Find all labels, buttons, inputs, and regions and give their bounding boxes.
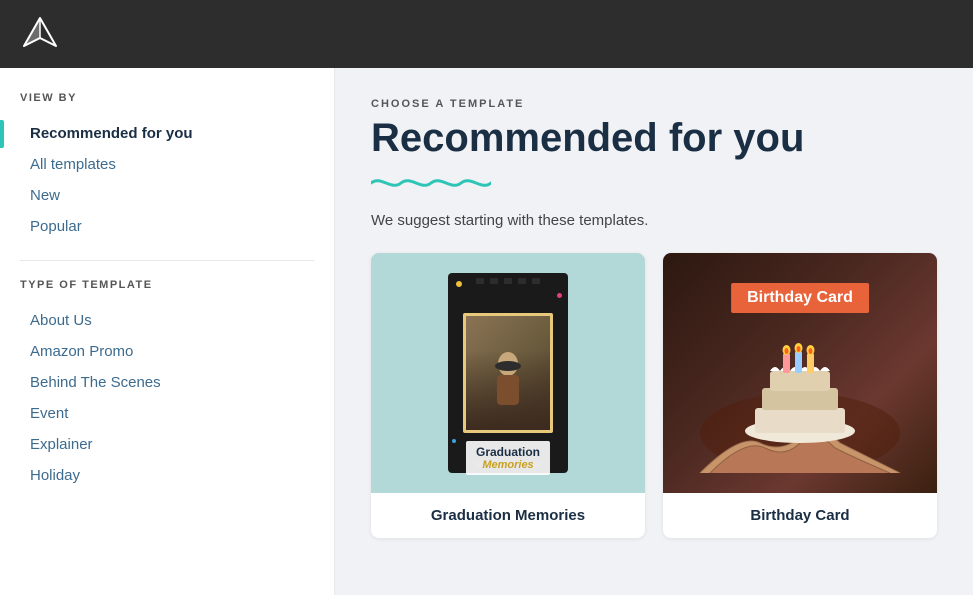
app-header: [0, 0, 973, 68]
choose-template-label: CHOOSE A TEMPLATE: [371, 98, 937, 110]
birthday-overlay-text: Birthday Card: [731, 283, 869, 313]
sidebar-item-new[interactable]: New: [20, 180, 314, 211]
sidebar-item-recommended[interactable]: Recommended for you: [20, 118, 314, 149]
page-title: Recommended for you: [371, 116, 937, 160]
template-card-graduation[interactable]: Graduation Memories Graduation Memories: [371, 253, 645, 538]
type-of-template-label: TYPE OF TEMPLATE: [20, 279, 314, 291]
template-cards-row: Graduation Memories Graduation Memories …: [371, 253, 937, 538]
sidebar-item-holiday[interactable]: Holiday: [20, 460, 314, 491]
graduation-card-image: Graduation Memories: [371, 253, 645, 493]
app-logo[interactable]: [20, 14, 60, 54]
type-section: TYPE OF TEMPLATE About Us Amazon Promo B…: [20, 279, 314, 491]
wave-decoration: [371, 172, 937, 194]
sidebar-item-behind-scenes[interactable]: Behind The Scenes: [20, 367, 314, 398]
birthday-card-label: Birthday Card: [663, 493, 937, 538]
sidebar: VIEW BY Recommended for you All template…: [0, 68, 335, 595]
view-by-label: VIEW BY: [20, 92, 314, 104]
template-card-birthday[interactable]: Birthday Card: [663, 253, 937, 538]
sidebar-item-explainer[interactable]: Explainer: [20, 429, 314, 460]
grad-text-1: Graduation: [476, 445, 540, 459]
grad-text-2: Memories: [476, 459, 540, 471]
subtitle: We suggest starting with these templates…: [371, 212, 937, 229]
sidebar-item-popular[interactable]: Popular: [20, 211, 314, 242]
main-content: CHOOSE A TEMPLATE Recommended for you We…: [335, 68, 973, 595]
birthday-card-image: Birthday Card: [663, 253, 937, 493]
sidebar-item-event[interactable]: Event: [20, 398, 314, 429]
graduation-card-label: Graduation Memories: [371, 493, 645, 538]
sidebar-item-all-templates[interactable]: All templates: [20, 149, 314, 180]
view-by-items: Recommended for you All templates New Po…: [20, 118, 314, 242]
main-layout: VIEW BY Recommended for you All template…: [0, 68, 973, 595]
sidebar-item-amazon-promo[interactable]: Amazon Promo: [20, 336, 314, 367]
sidebar-item-about-us[interactable]: About Us: [20, 305, 314, 336]
sidebar-divider: [20, 260, 314, 261]
